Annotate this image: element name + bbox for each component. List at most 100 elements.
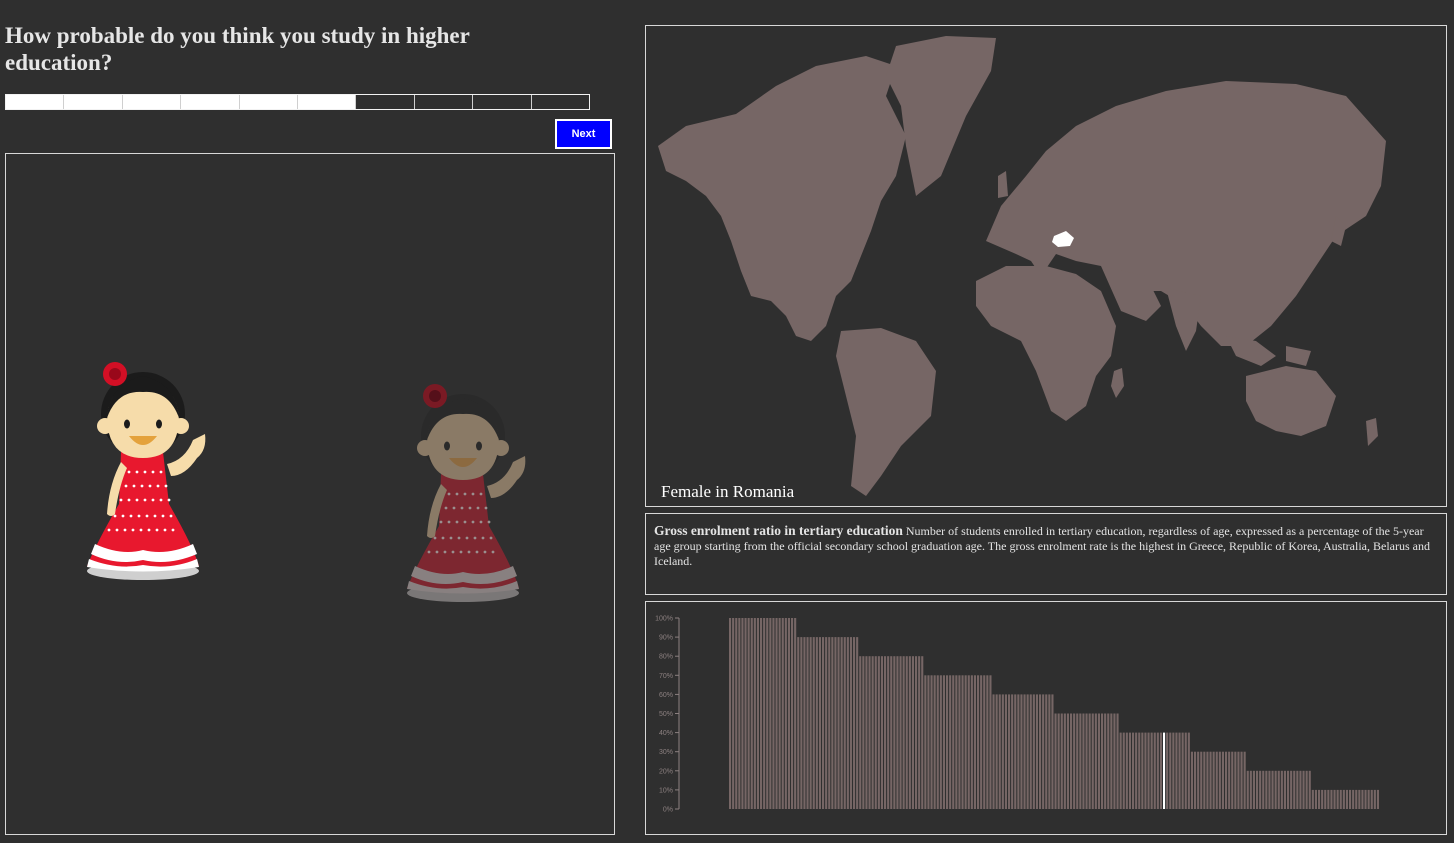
chart-bar [977,675,980,809]
chart-bar [995,694,998,809]
chart-bar [1358,789,1361,809]
chart-bar [784,618,787,809]
greenland [886,36,996,196]
chart-bar [970,675,973,809]
chart-bar [1327,789,1330,809]
chart-bar [871,656,874,809]
chart-bar [1073,713,1076,809]
world-map [658,36,1386,496]
chart-bar [949,675,952,809]
chart-bar [1212,751,1215,809]
chart-bar [927,675,930,809]
chart-bar [1194,751,1197,809]
chart-bar [1308,770,1311,809]
chart-bar [1141,732,1144,809]
chart-bar [1256,770,1259,809]
enrolment-bar-chart: 0% 10% 20% 30% 40% 50% 60% 70% 80% 90% 100% [655,616,1379,814]
chart-bar [1259,770,1262,809]
chart-bar [942,675,945,809]
chart-bar [825,637,828,809]
chart-bar [1268,770,1271,809]
chart-bar [1088,713,1091,809]
chart-bar [865,656,868,809]
chart-bar [859,656,862,809]
progress-segment [356,95,415,109]
chart-bar [1184,732,1187,809]
chart-bar [756,618,759,809]
chart-bar [1135,732,1138,809]
next-button[interactable]: Next [555,119,612,149]
chart-bar [989,675,992,809]
chart-bar [831,637,834,809]
chart-bar [1166,732,1169,809]
chart-bar [1299,770,1302,809]
chart-bar [809,637,812,809]
chart-bar [896,656,899,809]
female-character[interactable] [81,354,216,586]
chart-bar [750,618,753,809]
chart-bar [924,675,927,809]
chart-bar [744,618,747,809]
chart-bar [1330,789,1333,809]
chart-bar [1228,751,1231,809]
chart-bar [915,656,918,809]
chart-bar [1237,751,1240,809]
chart-bar [1138,732,1141,809]
chart-bar [828,637,831,809]
chart-bar [763,618,766,809]
female-character-darker[interactable] [401,376,536,608]
chart-bar [1234,751,1237,809]
chart-bar [1008,694,1011,809]
chart-bar [766,618,769,809]
chart-bar [1181,732,1184,809]
chart-bar [893,656,896,809]
highlighted-bar [1163,732,1166,809]
chart-bar [1367,789,1370,809]
y-tick-label: 10% [659,787,673,794]
southeast-asia [1226,336,1311,366]
chart-bar [1023,694,1026,809]
chart-bar [815,637,818,809]
y-tick-label: 50% [659,711,673,718]
chart-bar [778,618,781,809]
description-panel: Gross enrolment ratio in tertiary educat… [645,513,1447,595]
chart-bar [1225,751,1228,809]
world-map-panel: Female in Romania [645,25,1447,507]
chart-bar [803,637,806,809]
description-title: Gross enrolment ratio in tertiary educat… [654,523,903,538]
chart-bar [887,656,890,809]
chart-bar [1265,770,1268,809]
chart-bar [1373,789,1376,809]
chart-bar [738,618,741,809]
chart-bar [1314,789,1317,809]
chart-bar [1277,770,1280,809]
chart-bar [1271,770,1274,809]
chart-bar [1011,694,1014,809]
chart-bar [775,618,778,809]
chart-bar [1017,694,1020,809]
chart-bar [1274,770,1277,809]
progress-segment [6,95,65,109]
chart-bar [772,618,775,809]
chart-bar [812,637,815,809]
chart-bar [1051,694,1054,809]
chart-bar [1039,694,1042,809]
chart-bar [986,675,989,809]
chart-bar [1339,789,1342,809]
chart-bar [1296,770,1299,809]
chart-bar [862,656,865,809]
chart-bar [973,675,976,809]
progress-bar [5,94,590,110]
chart-bar [933,675,936,809]
chart-bar [983,675,986,809]
chart-bar [1054,713,1057,809]
chart-bar [840,637,843,809]
chart-bar [1206,751,1209,809]
chart-bar [1305,770,1308,809]
chart-bar [952,675,955,809]
progress-segment [64,95,123,109]
chart-bar [868,656,871,809]
progress-segment [181,95,240,109]
chart-bar [1376,789,1379,809]
chart-bar [936,675,939,809]
